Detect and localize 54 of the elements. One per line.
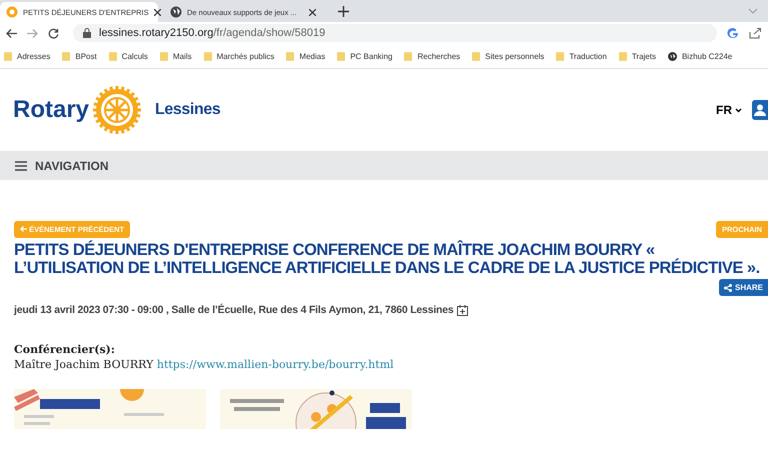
bookmark[interactable]: Traduction <box>556 52 607 60</box>
bookmark[interactable]: Bizhub C224e <box>668 52 732 60</box>
lock-icon <box>83 28 91 38</box>
arrow-left-icon <box>20 226 27 232</box>
bookmark[interactable]: Sites personnels <box>472 52 544 60</box>
speaker-link[interactable]: https://www.mallien-bourry.be/bourry.html <box>156 358 394 371</box>
bookmark[interactable]: PC Banking <box>337 52 392 60</box>
account-button[interactable] <box>752 100 768 120</box>
speakers-label: Conférencier(s): <box>14 342 116 357</box>
folder-icon <box>160 52 168 60</box>
folder-icon <box>556 52 564 60</box>
language-selector[interactable]: FR <box>716 103 742 117</box>
bookmark[interactable]: Medias <box>286 52 326 60</box>
calendar-add-icon[interactable] <box>456 304 468 316</box>
speaker-name: Maître Joachim BOURRY <box>14 358 154 371</box>
share-button[interactable]: SHARE <box>718 279 768 296</box>
event-title: PETITS DÉJEUNERS D'ENTREPRISE CONFERENCE DE MAÎTRE JOACHIM BOURRY « L’UTILISATION DE L’INTELLIGENCE ARTIFICIELLE DANS LE CADRE DE LA JUSTICE PRÉDICTIVE ». <box>14 241 761 277</box>
bookmark[interactable]: BPost <box>62 52 97 60</box>
folder-icon <box>618 52 627 60</box>
back-icon[interactable] <box>6 28 17 38</box>
club-name: Lessines <box>155 101 220 119</box>
folder-icon <box>62 52 70 60</box>
globe-icon <box>668 52 677 60</box>
folder-icon <box>204 52 212 60</box>
bookmark[interactable]: Marchés publics <box>204 52 274 60</box>
bookmark[interactable]: Calculs <box>108 52 148 60</box>
bookmark[interactable]: Recherches <box>404 52 460 60</box>
new-tab-icon[interactable] <box>338 6 349 17</box>
globe-icon <box>170 6 182 18</box>
brand-name: Rotary <box>13 96 90 124</box>
folder-icon <box>472 52 480 60</box>
menu-icon[interactable] <box>15 160 27 170</box>
reload-icon[interactable] <box>48 28 59 38</box>
caret-icon <box>735 108 742 112</box>
google-icon[interactable] <box>727 27 739 39</box>
navigation-bar[interactable]: NAVIGATION <box>0 151 768 180</box>
bookmark[interactable]: Adresses <box>4 52 50 60</box>
folder-icon <box>4 52 12 60</box>
address-field[interactable]: lessines.rotary2150.org/fr/agenda/show/58019 <box>73 24 717 42</box>
navigation-label[interactable]: NAVIGATION <box>35 158 109 172</box>
share-icon <box>724 284 732 292</box>
close-icon[interactable] <box>309 8 316 16</box>
wheel-icon <box>6 6 18 18</box>
folder-icon <box>108 52 117 60</box>
share-icon[interactable] <box>749 27 762 39</box>
bookmark[interactable]: Trajets <box>618 52 656 60</box>
folder-icon <box>286 52 294 60</box>
bookmark[interactable]: Mails <box>160 52 192 60</box>
folder-icon <box>404 52 412 60</box>
user-icon <box>754 104 766 116</box>
folder-icon <box>337 52 346 60</box>
wheel-logo-icon <box>93 86 142 134</box>
event-details: jeudi 13 avril 2023 07:30 - 09:00 , Salle de l’Écuelle, Rue des 4 Fils Aymon, 21, 7860 Lessines <box>14 304 454 316</box>
close-icon[interactable] <box>154 8 161 16</box>
